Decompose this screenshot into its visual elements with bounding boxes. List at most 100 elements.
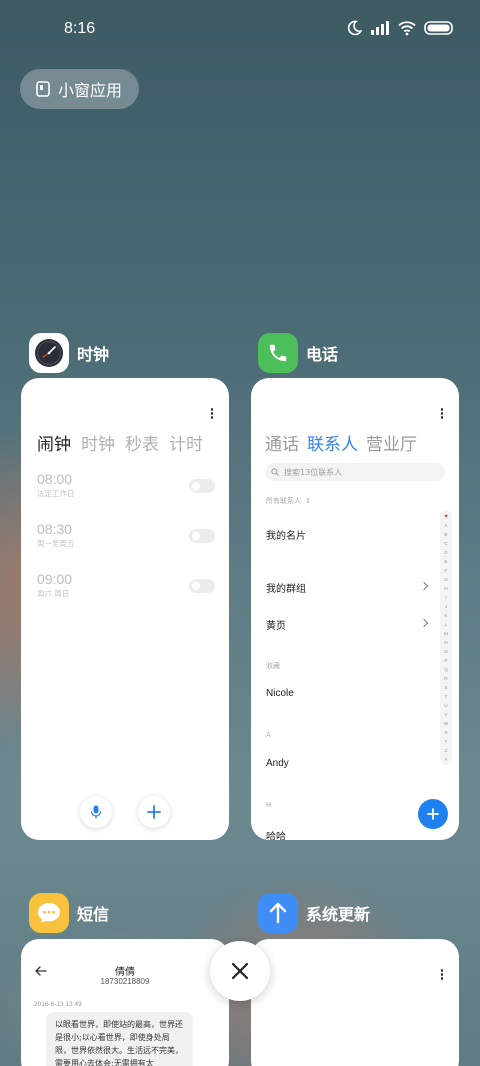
wifi-icon bbox=[398, 21, 416, 36]
search-icon bbox=[271, 468, 279, 476]
system-update-app-name: 系统更新 bbox=[306, 905, 371, 924]
voice-alarm-button[interactable] bbox=[80, 796, 112, 828]
index-letter[interactable]: F bbox=[445, 567, 448, 576]
alphabet-index-bar[interactable]: ♥ A B C D E F G H I J K L M N O P Q R S T U V W X Y Z # bbox=[440, 510, 452, 765]
my-groups-item[interactable]: 我的群组 bbox=[266, 580, 306, 595]
messages-app-header[interactable]: 短信 bbox=[29, 893, 109, 933]
index-letter[interactable]: O bbox=[444, 648, 448, 657]
alarm-item[interactable]: 09:00 周六 周日 bbox=[37, 571, 215, 599]
message-bubble[interactable]: 以眼看世界，即使站的最高，世界还是很小;以心看世界，即使身处局限，世界依然很大。… bbox=[46, 1012, 193, 1066]
alarm-repeat: 周一至周五 bbox=[37, 539, 75, 548]
plus-icon bbox=[147, 805, 161, 819]
alarm-item[interactable]: 08:30 周一至周五 bbox=[37, 521, 215, 549]
signal-icon bbox=[371, 21, 389, 35]
more-icon[interactable] bbox=[439, 408, 445, 420]
section-letter: A bbox=[266, 731, 271, 739]
clear-all-button[interactable] bbox=[210, 941, 270, 1001]
messages-app-name: 短信 bbox=[77, 905, 110, 924]
floating-window-label: 小窗应用 bbox=[58, 81, 123, 100]
alarm-toggle[interactable] bbox=[189, 529, 215, 543]
chevron-right-icon bbox=[419, 581, 429, 591]
index-letter[interactable]: A bbox=[444, 522, 447, 531]
floating-window-button[interactable]: 小窗应用 bbox=[20, 69, 139, 109]
index-letter[interactable]: S bbox=[444, 684, 447, 693]
battery-icon bbox=[424, 21, 453, 35]
phone-app-card[interactable]: 通话 联系人 营业厅 搜索13位联系人 所有联系人 ⇕ 我的名片 我的群组 黄页… bbox=[251, 378, 459, 840]
microphone-icon bbox=[90, 805, 102, 819]
index-letter[interactable]: W bbox=[444, 720, 449, 729]
status-bar: 8:16 bbox=[0, 0, 480, 60]
more-icon[interactable] bbox=[209, 408, 215, 420]
index-letter[interactable]: X bbox=[444, 729, 447, 738]
index-letter[interactable]: C bbox=[444, 540, 447, 549]
alarm-item[interactable]: 08:00 法定工作日 bbox=[37, 471, 215, 499]
index-letter[interactable]: N bbox=[444, 639, 447, 648]
message-timestamp: 2016-6-13 13:49 bbox=[34, 1001, 82, 1008]
system-update-app-header[interactable]: 系统更新 bbox=[258, 893, 370, 933]
phone-app-name: 电话 bbox=[306, 345, 339, 364]
index-letter[interactable]: E bbox=[444, 558, 447, 567]
messages-app-card[interactable]: 倩倩 18730218809 2016-6-13 13:49 以眼看世界，即使站… bbox=[21, 939, 229, 1066]
phone-app-header[interactable]: 电话 bbox=[258, 333, 338, 373]
system-update-app-card[interactable] bbox=[251, 939, 459, 1066]
index-letter[interactable]: Q bbox=[444, 666, 448, 675]
index-letter[interactable]: J bbox=[445, 603, 447, 612]
status-time: 8:16 bbox=[64, 20, 96, 37]
clock-tabs: 闹钟 时钟 秒表 计时 bbox=[37, 430, 203, 455]
index-letter[interactable]: U bbox=[444, 702, 447, 711]
tab-calls[interactable]: 通话 bbox=[265, 430, 299, 455]
contact-search-input[interactable]: 搜索13位联系人 bbox=[265, 463, 445, 481]
index-letter[interactable]: G bbox=[444, 576, 448, 585]
index-letter[interactable]: H bbox=[444, 585, 447, 594]
alarm-toggle[interactable] bbox=[189, 579, 215, 593]
moon-icon bbox=[347, 20, 362, 36]
index-letter[interactable]: # bbox=[445, 756, 448, 765]
my-card-item[interactable]: 我的名片 bbox=[266, 527, 306, 542]
clock-app-card[interactable]: 闹钟 时钟 秒表 计时 08:00 法定工作日 08:30 周一至周五 09:0… bbox=[21, 378, 229, 840]
tab-contacts[interactable]: 联系人 bbox=[307, 430, 358, 455]
status-icons bbox=[346, 20, 454, 36]
index-letter[interactable]: T bbox=[445, 693, 448, 702]
close-icon bbox=[231, 962, 249, 980]
index-letter[interactable]: B bbox=[444, 531, 447, 540]
index-letter[interactable]: I bbox=[445, 594, 446, 603]
add-contact-button[interactable] bbox=[418, 799, 448, 829]
index-letter[interactable]: Y bbox=[444, 738, 447, 747]
section-favorites: 收藏 bbox=[266, 662, 280, 670]
favorites-heart-icon[interactable]: ♥ bbox=[444, 513, 448, 522]
alarm-toggle[interactable] bbox=[189, 479, 215, 493]
index-letter[interactable]: V bbox=[444, 711, 447, 720]
messages-app-icon bbox=[29, 893, 69, 933]
small-window-icon bbox=[36, 81, 50, 97]
conversation-contact-name: 倩倩 bbox=[115, 967, 135, 978]
section-letter: H bbox=[266, 801, 272, 809]
tab-timer[interactable]: 计时 bbox=[169, 430, 203, 455]
tab-alarm[interactable]: 闹钟 bbox=[37, 430, 71, 455]
clock-app-header[interactable]: 时钟 bbox=[29, 333, 109, 373]
plus-icon bbox=[427, 808, 439, 820]
tab-stopwatch[interactable]: 秒表 bbox=[125, 430, 159, 455]
index-letter[interactable]: D bbox=[444, 549, 447, 558]
conversation-contact-number: 18730218809 bbox=[100, 977, 150, 986]
phone-app-icon bbox=[258, 333, 298, 373]
index-letter[interactable]: Z bbox=[445, 747, 448, 756]
contact-filter[interactable]: 所有联系人 ⇕ bbox=[266, 496, 311, 506]
add-alarm-button[interactable] bbox=[138, 796, 170, 828]
contact-item[interactable]: Andy bbox=[266, 758, 289, 769]
tab-clock[interactable]: 时钟 bbox=[81, 430, 115, 455]
index-letter[interactable]: K bbox=[444, 612, 447, 621]
sort-icon: ⇕ bbox=[305, 497, 312, 505]
index-letter[interactable]: P bbox=[444, 657, 447, 666]
alarm-repeat: 周六 周日 bbox=[37, 589, 70, 598]
index-letter[interactable]: L bbox=[445, 621, 448, 630]
index-letter[interactable]: M bbox=[444, 630, 448, 639]
more-icon[interactable] bbox=[439, 969, 445, 981]
contact-item[interactable]: Nicole bbox=[266, 688, 294, 699]
tab-service-hall[interactable]: 营业厅 bbox=[366, 430, 417, 455]
search-placeholder: 搜索13位联系人 bbox=[284, 467, 343, 477]
index-letter[interactable]: R bbox=[444, 675, 447, 684]
alarm-repeat: 法定工作日 bbox=[37, 489, 75, 498]
clock-app-name: 时钟 bbox=[77, 345, 110, 364]
contact-item[interactable]: 哈哈 bbox=[266, 828, 286, 840]
yellow-pages-item[interactable]: 黄页 bbox=[266, 617, 286, 632]
